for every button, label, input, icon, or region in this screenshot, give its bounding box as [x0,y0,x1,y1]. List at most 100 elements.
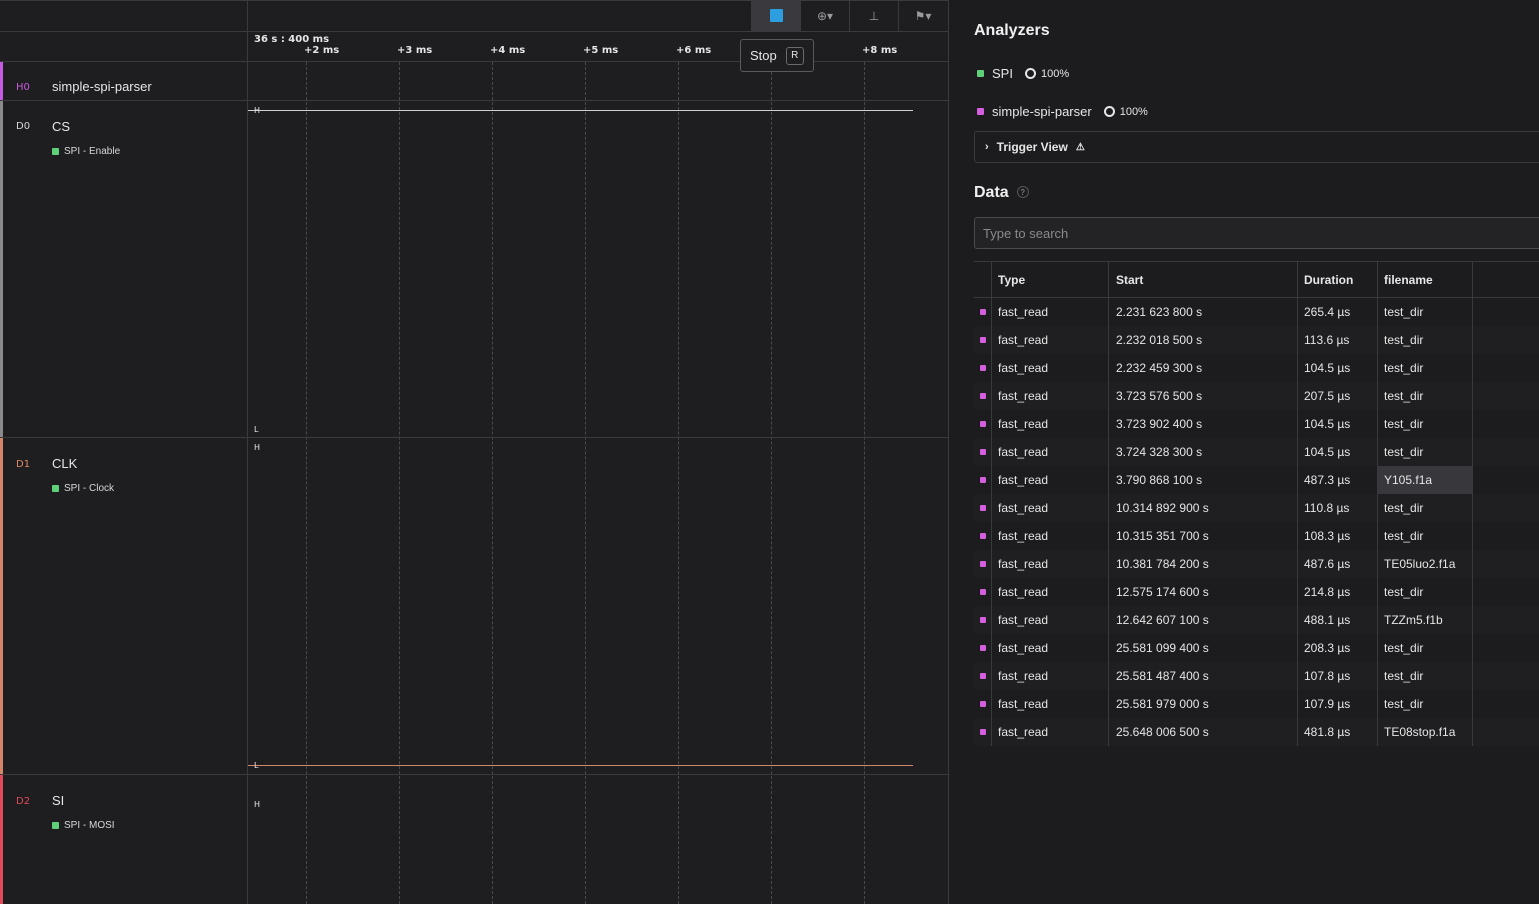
marker-button[interactable]: ⚑▾ [898,0,947,31]
table-row[interactable]: fast_read 10.315 351 700 s 108.3 µs test_di… [974,522,1539,550]
help-icon[interactable]: ? [1016,186,1029,198]
tick-label: +4 ms [490,45,526,56]
grid-line [585,62,586,904]
analyzer-item-simple-spi-parser[interactable]: simple-spi-parser 100% [977,104,1148,119]
row-filler [1473,718,1539,746]
column-header-filename[interactable]: filename [1378,262,1473,297]
measure-button[interactable]: ⊥ [849,0,898,31]
table-row[interactable]: fast_read 2.231 623 800 s 265.4 µs test_dir [974,298,1539,326]
channel-row-d2[interactable]: D2 SI SPI - MOSI [0,775,248,904]
column-header-start[interactable]: Start [1109,262,1298,297]
cell-type: fast_read [992,438,1109,466]
table-row[interactable]: fast_read 3.790 868 100 s 487.3 µs Y105.f1a [974,466,1539,494]
analyzer-color-dot [977,70,984,77]
row-marker [974,494,992,522]
data-title-row: Data? [974,184,1029,202]
cell-filename: Y105.f1a [1378,466,1473,494]
waveform-panel: H0 simple-spi-parser D0 CS SPI - Enable … [0,0,949,904]
stop-tooltip: Stop R [740,39,814,72]
header-spacer [974,262,992,297]
table-row[interactable]: fast_read 25.581 487 400 s 107.8 µs test_di… [974,662,1539,690]
column-header-type[interactable]: Type [992,262,1109,297]
row-marker [974,354,992,382]
cell-type: fast_read [992,466,1109,494]
row-marker [974,466,992,494]
row-marker [974,718,992,746]
cell-start: 2.231 623 800 s [1109,298,1298,326]
shortcut-key: R [785,46,804,65]
table-row[interactable]: fast_read 25.581 979 000 s 107.9 µs test_di… [974,690,1539,718]
cell-start: 3.790 868 100 s [1109,466,1298,494]
table-row[interactable]: fast_read 3.724 328 300 s 104.5 µs test_dir [974,438,1539,466]
grid-line [678,62,679,904]
row-filler [1473,326,1539,354]
row-color-dot [979,589,986,595]
analyzer-progress: 100% [1119,105,1148,118]
cell-duration: 487.6 µs [1298,550,1378,578]
cell-type: fast_read [992,634,1109,662]
cell-type: fast_read [992,550,1109,578]
column-header-duration[interactable]: Duration [1298,262,1378,297]
row-marker [974,634,992,662]
channel-name: CS [52,119,71,134]
row-marker [974,550,992,578]
channel-row-d1[interactable]: D1 CLK SPI - Clock [0,438,248,775]
cell-duration: 207.5 µs [1298,382,1378,410]
cell-filename: test_dir [1378,410,1473,438]
cell-filename: test_dir [1378,382,1473,410]
row-divider [248,774,949,775]
row-filler [1473,410,1539,438]
row-filler [1473,634,1539,662]
waveform-area[interactable]: 36 s : 400 ms +2 ms +3 ms +4 ms +5 ms +6… [248,0,949,904]
low-level-marker: L [254,425,259,434]
tag-label: SPI - Enable [64,146,121,157]
cell-filename: test_dir [1378,354,1473,382]
cell-duration: 104.5 µs [1298,410,1378,438]
cell-type: fast_read [992,326,1109,354]
tooltip-label: Stop [750,48,777,63]
trigger-mode-button[interactable]: ⊕▾ [800,0,849,31]
table-row[interactable]: fast_read 10.314 892 900 s 110.8 µs test_di… [974,494,1539,522]
cell-duration: 107.8 µs [1298,662,1378,690]
chevron-right-icon: › [985,141,989,153]
table-row[interactable]: fast_read 12.575 174 600 s 214.8 µs test_di… [974,578,1539,606]
channel-id: D1 [16,459,31,470]
table-row[interactable]: fast_read 25.648 006 500 s 481.8 µs TE08sto… [974,718,1539,746]
measure-icon: ⊥ [868,8,880,23]
channel-row-h0[interactable]: H0 simple-spi-parser [0,62,248,101]
row-color-dot [979,309,986,315]
data-table: Type Start Duration filename fast_read 2.… [974,261,1539,746]
channel-names-column: H0 simple-spi-parser D0 CS SPI - Enable … [0,0,248,904]
analyzer-item-spi[interactable]: SPI 100% [977,66,1069,81]
cell-filename: TE05luo2.f1a [1378,550,1473,578]
table-row[interactable]: fast_read 12.642 607 100 s 488.1 µs TZZm5.f… [974,606,1539,634]
table-header: Type Start Duration filename [974,262,1539,298]
cell-type: fast_read [992,606,1109,634]
grid-line [771,62,772,904]
table-row[interactable]: fast_read 3.723 902 400 s 104.5 µs test_dir [974,410,1539,438]
row-color-dot [979,617,986,623]
table-row[interactable]: fast_read 2.232 459 300 s 104.5 µs test_dir [974,354,1539,382]
channel-color-bar [0,775,3,904]
table-row[interactable]: fast_read 25.581 099 400 s 208.3 µs test_di… [974,634,1539,662]
row-filler [1473,494,1539,522]
table-row[interactable]: fast_read 10.381 784 200 s 487.6 µs TE05luo… [974,550,1539,578]
warning-icon: ⚠ [1075,141,1085,153]
row-color-dot [979,673,986,679]
cell-duration: 108.3 µs [1298,522,1378,550]
table-row[interactable]: fast_read 3.723 576 500 s 207.5 µs test_dir [974,382,1539,410]
row-color-dot [979,337,986,343]
search-input[interactable] [974,217,1539,249]
table-row[interactable]: fast_read 2.232 018 500 s 113.6 µs test_dir [974,326,1539,354]
analyzer-progress: 100% [1040,67,1070,80]
cell-start: 25.648 006 500 s [1109,718,1298,746]
trigger-view-toggle[interactable]: › Trigger View ⚠ [974,131,1539,163]
row-filler [1473,578,1539,606]
cell-filename: test_dir [1378,494,1473,522]
stop-button[interactable] [751,0,800,31]
row-filler [1473,522,1539,550]
row-marker [974,522,992,550]
row-filler [1473,354,1539,382]
cell-filename: test_dir [1378,298,1473,326]
channel-row-d0[interactable]: D0 CS SPI - Enable [0,101,248,438]
